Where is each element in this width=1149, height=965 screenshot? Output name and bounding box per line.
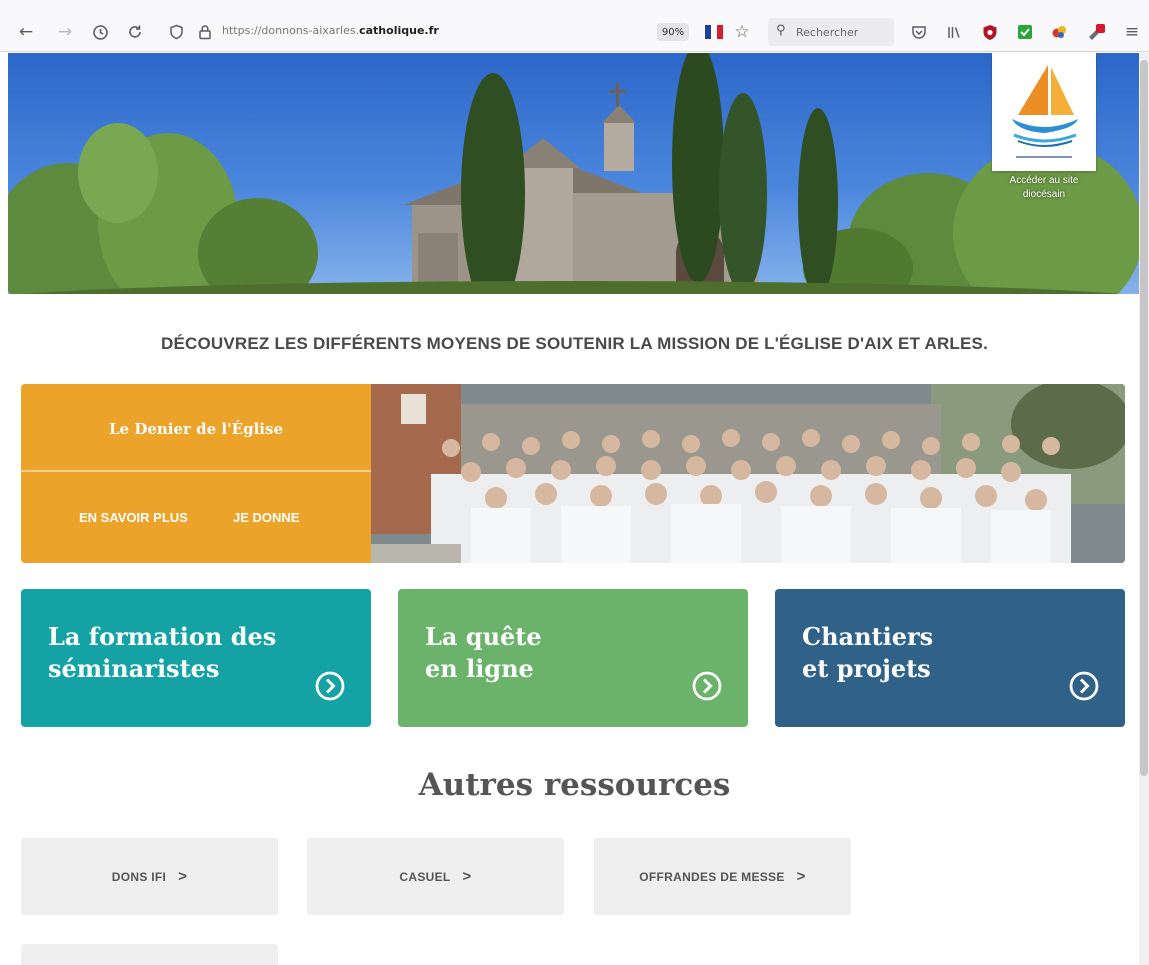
checkmark-extension-icon[interactable] — [1013, 20, 1037, 44]
logo-caption-line2: diocésain — [1022, 189, 1066, 200]
card-title: La quête en ligne — [425, 621, 542, 685]
address-bar[interactable]: https://donnons-aixarles.catholique.fr — [222, 24, 439, 37]
history-icon[interactable] — [88, 20, 112, 44]
chevron-right-icon: > — [796, 868, 806, 885]
card-title-line1: Chantiers — [802, 622, 934, 651]
pocket-icon[interactable] — [907, 20, 931, 44]
page-scrollbar-thumb[interactable] — [1140, 60, 1148, 776]
diocese-logo-link[interactable] — [992, 53, 1096, 171]
resource-label: DONS IFI — [111, 869, 167, 884]
circle-chevron-right-icon[interactable] — [692, 671, 722, 701]
clergy-group-illustration — [371, 384, 1125, 563]
chevron-right-icon: > — [462, 868, 472, 885]
logo-caption-line1: Accéder au site — [1009, 175, 1079, 186]
clergy-group-photo — [371, 384, 1125, 563]
url-prefix: https://donnons-aixarles. — [222, 24, 360, 37]
resources-heading: Autres ressources — [418, 767, 731, 803]
card-title-line2: en ligne — [425, 654, 534, 683]
reload-icon[interactable] — [123, 20, 147, 44]
resource-label: OFFRANDES DE MESSE — [639, 869, 785, 884]
card-online-collection[interactable]: La quête en ligne — [398, 589, 748, 727]
adblock-shield-icon[interactable] — [978, 20, 1002, 44]
card-title-line2: séminaristes — [48, 654, 220, 683]
search-box[interactable]: ⚲ Rechercher — [768, 18, 894, 46]
resource-label: CASUEL — [399, 869, 451, 884]
resource-button-ifi[interactable]: DONS IFI > — [21, 838, 278, 915]
url-domain: catholique.fr — [359, 24, 439, 37]
resource-button-mass-offerings[interactable]: OFFRANDES DE MESSE > — [594, 838, 851, 915]
magnifier-icon: ⚲ — [776, 23, 786, 38]
search-placeholder: Rechercher — [796, 26, 859, 39]
notification-extension-icon[interactable] — [1084, 20, 1108, 44]
card-title-line2: et projets — [802, 654, 931, 683]
browser-toolbar: ← → https://donnons-aixarles.catholique.… — [0, 0, 1149, 52]
diocese-site-caption[interactable]: Accéder au site diocésain — [995, 174, 1093, 202]
denier-divider — [21, 470, 371, 472]
card-title: La formation des séminaristes — [48, 621, 276, 685]
hero-banner — [8, 53, 1139, 294]
chapel-landscape-illustration — [8, 53, 1139, 294]
card-title: Chantiers et projets — [802, 621, 933, 685]
resource-button-casuel[interactable]: CASUEL > — [307, 838, 564, 915]
page-headline: DÉCOUVREZ LES DIFFÉRENTS MOYENS DE SOUTE… — [160, 334, 989, 353]
resource-button-partial[interactable] — [21, 944, 278, 965]
card-projects[interactable]: Chantiers et projets — [775, 589, 1125, 727]
zoom-level-badge[interactable]: 90% — [657, 23, 689, 41]
lock-icon[interactable] — [193, 20, 217, 44]
learn-more-link[interactable]: EN SAVOIR PLUS — [79, 510, 188, 525]
library-icon[interactable] — [942, 20, 966, 44]
donate-link[interactable]: JE DONNE — [233, 510, 299, 525]
back-icon[interactable]: ← — [14, 20, 38, 44]
chevron-right-icon: > — [178, 868, 188, 885]
denier-title: Le Denier de l'Église — [109, 420, 283, 438]
french-flag-icon[interactable] — [702, 20, 726, 44]
card-title-line1: La quête — [425, 622, 542, 651]
card-seminarians[interactable]: La formation des séminaristes — [21, 589, 371, 727]
forward-icon[interactable]: → — [53, 20, 77, 44]
sailboat-logo-icon — [1012, 65, 1078, 158]
circle-chevron-right-icon[interactable] — [315, 671, 345, 701]
card-title-line1: La formation des — [48, 622, 277, 651]
bookmark-star-icon[interactable]: ☆ — [730, 20, 754, 44]
tracking-shield-icon[interactable] — [164, 20, 188, 44]
circle-chevron-right-icon[interactable] — [1069, 671, 1099, 701]
hamburger-menu-icon[interactable]: ≡ — [1120, 20, 1144, 44]
extension-multicolor-icon[interactable] — [1047, 20, 1071, 44]
denier-panel: Le Denier de l'Église EN SAVOIR PLUS JE … — [21, 384, 371, 563]
